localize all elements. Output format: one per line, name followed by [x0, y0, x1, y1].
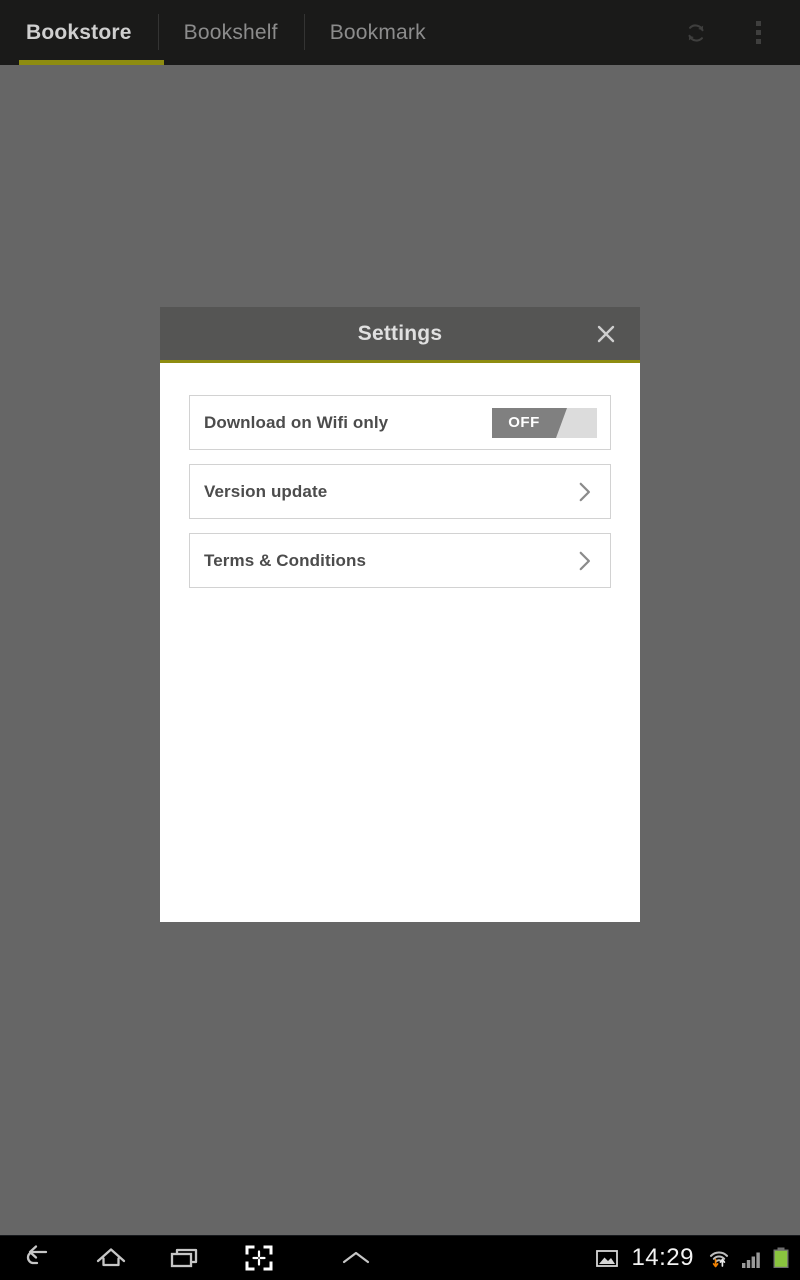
app-bar: Bookstore Bookshelf Bookmark [0, 0, 800, 65]
toggle-knob: OFF [492, 407, 567, 438]
chevron-right-icon[interactable] [571, 479, 597, 505]
home-icon [96, 1248, 126, 1267]
refresh-button[interactable] [676, 13, 716, 53]
refresh-icon [688, 23, 704, 42]
close-button[interactable] [586, 314, 626, 354]
nav-buttons [0, 1236, 416, 1280]
dialog-body: Download on Wifi only OFF Version update [160, 363, 640, 588]
home-button[interactable] [74, 1236, 148, 1280]
tab-bar: Bookstore Bookshelf Bookmark [0, 0, 452, 65]
toggle-state-label: OFF [508, 414, 540, 431]
recent-apps-button[interactable] [148, 1236, 222, 1280]
setting-control-download-wifi: OFF [492, 407, 597, 438]
image-notification-icon [595, 1247, 619, 1269]
tab-bookmark-label: Bookmark [329, 20, 426, 44]
recents-icon [170, 1248, 198, 1268]
dialog-header: Settings [160, 307, 640, 363]
expand-notifications-button[interactable] [296, 1236, 416, 1280]
cellular-signal-icon [741, 1247, 763, 1269]
setting-control-terms-conditions [571, 548, 597, 574]
setting-control-version-update [571, 479, 597, 505]
overflow-menu-icon [755, 21, 761, 44]
close-icon [597, 325, 615, 342]
screen-root: Bookstore Bookshelf Bookmark Settings Do… [0, 0, 800, 1280]
setting-label-version-update: Version update [204, 481, 328, 501]
setting-label-download-wifi: Download on Wifi only [204, 412, 389, 432]
status-area[interactable]: 14:29 [595, 1244, 800, 1272]
tab-bookstore[interactable]: Bookstore [0, 0, 158, 65]
wifi-icon [706, 1246, 732, 1270]
back-button[interactable] [0, 1236, 74, 1280]
chevron-right-icon[interactable] [571, 548, 597, 574]
status-clock: 14:29 [631, 1244, 694, 1271]
tab-bookshelf-label: Bookshelf [183, 20, 278, 44]
setting-row-terms-conditions[interactable]: Terms & Conditions [189, 533, 611, 588]
back-icon [26, 1245, 48, 1265]
screenshot-icon [245, 1245, 273, 1271]
tab-bookshelf[interactable]: Bookshelf [157, 0, 304, 65]
setting-label-terms-conditions: Terms & Conditions [204, 550, 367, 570]
setting-row-version-update[interactable]: Version update [189, 464, 611, 519]
wifi-only-toggle[interactable]: OFF [492, 407, 597, 438]
expand-up-icon [342, 1251, 370, 1264]
overflow-menu-button[interactable] [738, 13, 778, 53]
battery-icon [772, 1246, 790, 1270]
settings-dialog: Settings Download on Wifi only OFF Versi… [160, 307, 640, 922]
tab-bookstore-label: Bookstore [26, 20, 132, 44]
screenshot-button[interactable] [222, 1236, 296, 1280]
setting-row-download-wifi[interactable]: Download on Wifi only OFF [189, 395, 611, 450]
dialog-title: Settings [357, 321, 443, 345]
app-bar-actions [676, 13, 800, 53]
system-navigation-bar: 14:29 [0, 1235, 800, 1280]
tab-bookmark[interactable]: Bookmark [303, 0, 452, 65]
